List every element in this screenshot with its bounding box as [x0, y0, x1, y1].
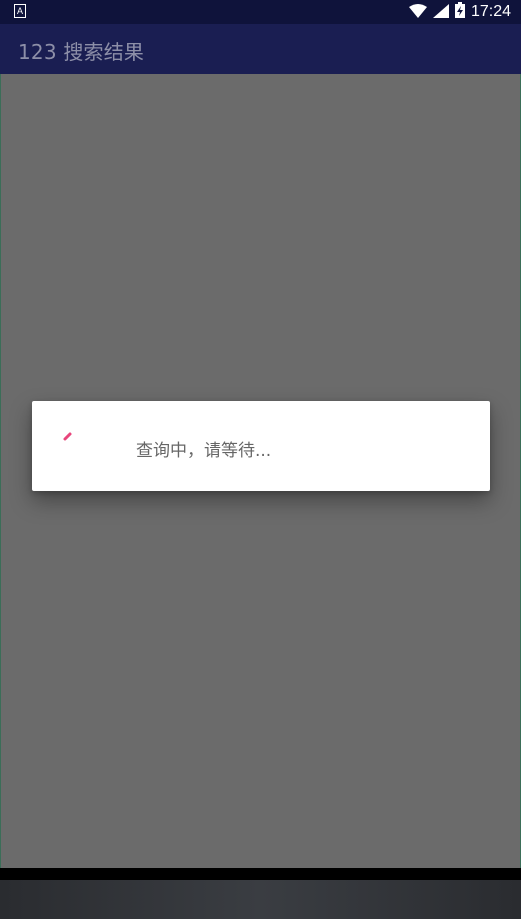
navigation-bar [0, 880, 521, 919]
app-bar: 123 搜索结果 [0, 24, 521, 74]
loading-dialog: 查询中，请等待... [32, 401, 490, 491]
status-bar: A 17:24 [0, 0, 521, 24]
phone-screen: A 17:24 123 搜索结果 查询中，请等待... [0, 0, 521, 919]
loading-spinner-icon [60, 425, 80, 445]
notification-app-icon: A [14, 4, 26, 18]
left-edge-divider [0, 74, 1, 868]
page-title: 123 搜索结果 [18, 40, 145, 64]
bottom-black-strip [0, 868, 521, 880]
status-time: 17:24 [470, 3, 511, 20]
loading-message: 查询中，请等待... [136, 441, 272, 461]
status-icons: 17:24 [408, 2, 511, 22]
wifi-icon [408, 3, 427, 22]
signal-icon [432, 3, 449, 22]
battery-charging-icon [454, 2, 465, 22]
